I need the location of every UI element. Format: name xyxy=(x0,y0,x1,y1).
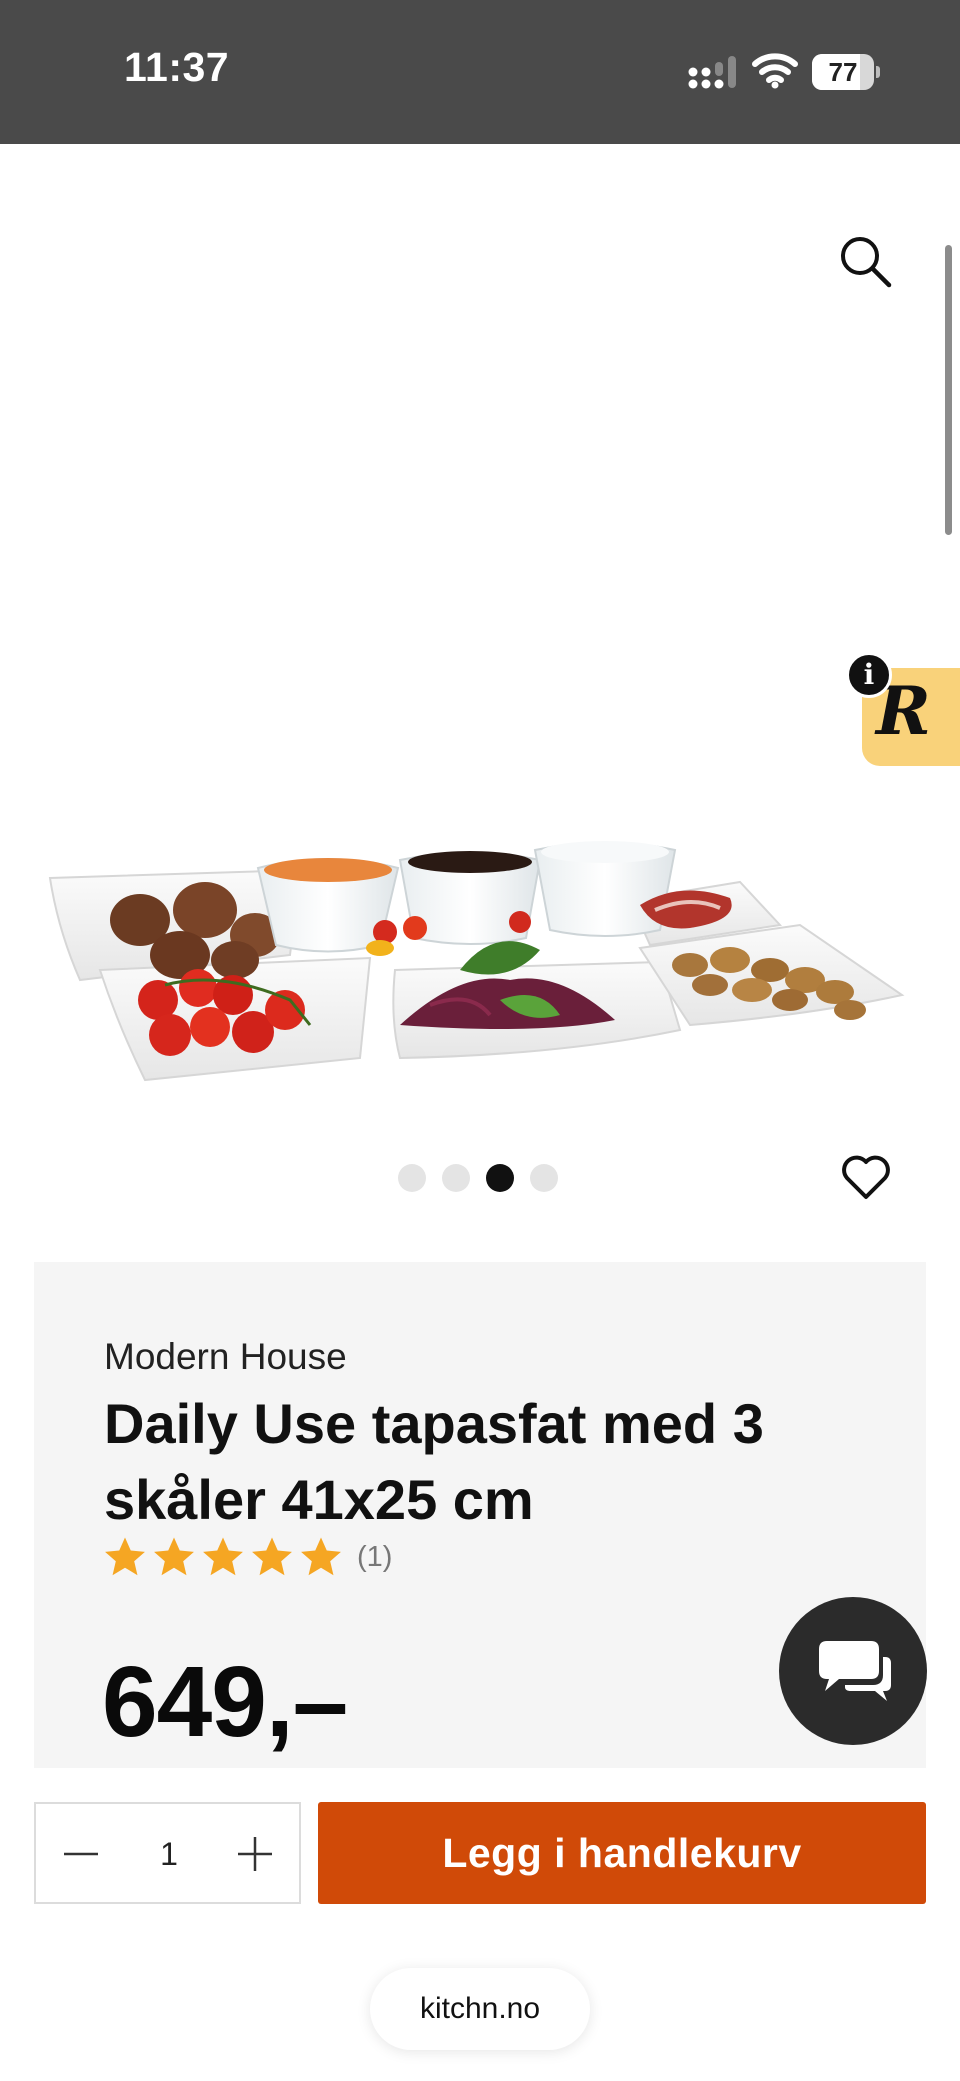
product-title: Daily Use tapasfat med 3 skåler 41x25 cm xyxy=(104,1392,764,1531)
chat-icon xyxy=(819,1641,891,1701)
minus-icon[interactable] xyxy=(56,1829,106,1879)
plus-icon[interactable] xyxy=(230,1829,280,1879)
product-brand[interactable]: Modern House xyxy=(104,1336,347,1378)
carousel-dot[interactable] xyxy=(486,1164,514,1192)
carousel-dots xyxy=(398,1164,558,1192)
star-icon xyxy=(154,1537,194,1576)
battery-icon: 77 xyxy=(812,54,880,90)
carousel-dot[interactable] xyxy=(530,1164,558,1192)
product-image[interactable] xyxy=(40,820,910,1090)
cellular-signal-icon xyxy=(688,56,736,89)
carousel-dot[interactable] xyxy=(398,1164,426,1192)
scrollbar[interactable] xyxy=(945,245,952,535)
rating-stars xyxy=(102,1534,347,1580)
rating-count: (1) xyxy=(357,1540,393,1573)
product-rating[interactable]: (1) xyxy=(102,1534,392,1580)
quantity-value[interactable]: 1 xyxy=(136,1830,202,1878)
heart-icon[interactable] xyxy=(838,1150,894,1206)
chat-button[interactable] xyxy=(779,1597,927,1745)
browser-url-pill[interactable]: kitchn.no xyxy=(370,1968,590,2050)
star-icon xyxy=(203,1537,243,1576)
wifi-icon xyxy=(752,53,798,89)
product-price: 649,– xyxy=(102,1646,348,1758)
star-icon xyxy=(301,1537,341,1576)
status-bar: 11:37 77 xyxy=(0,0,960,144)
search-icon[interactable] xyxy=(836,232,894,290)
quantity-stepper: 1 xyxy=(34,1802,301,1904)
star-icon xyxy=(105,1537,145,1576)
star-icon xyxy=(252,1537,292,1576)
info-icon[interactable]: i xyxy=(846,652,892,698)
add-to-cart-button[interactable]: Legg i handlekurv xyxy=(318,1802,926,1904)
status-time: 11:37 xyxy=(124,44,230,90)
carousel-dot[interactable] xyxy=(442,1164,470,1192)
battery-level: 77 xyxy=(828,57,858,87)
